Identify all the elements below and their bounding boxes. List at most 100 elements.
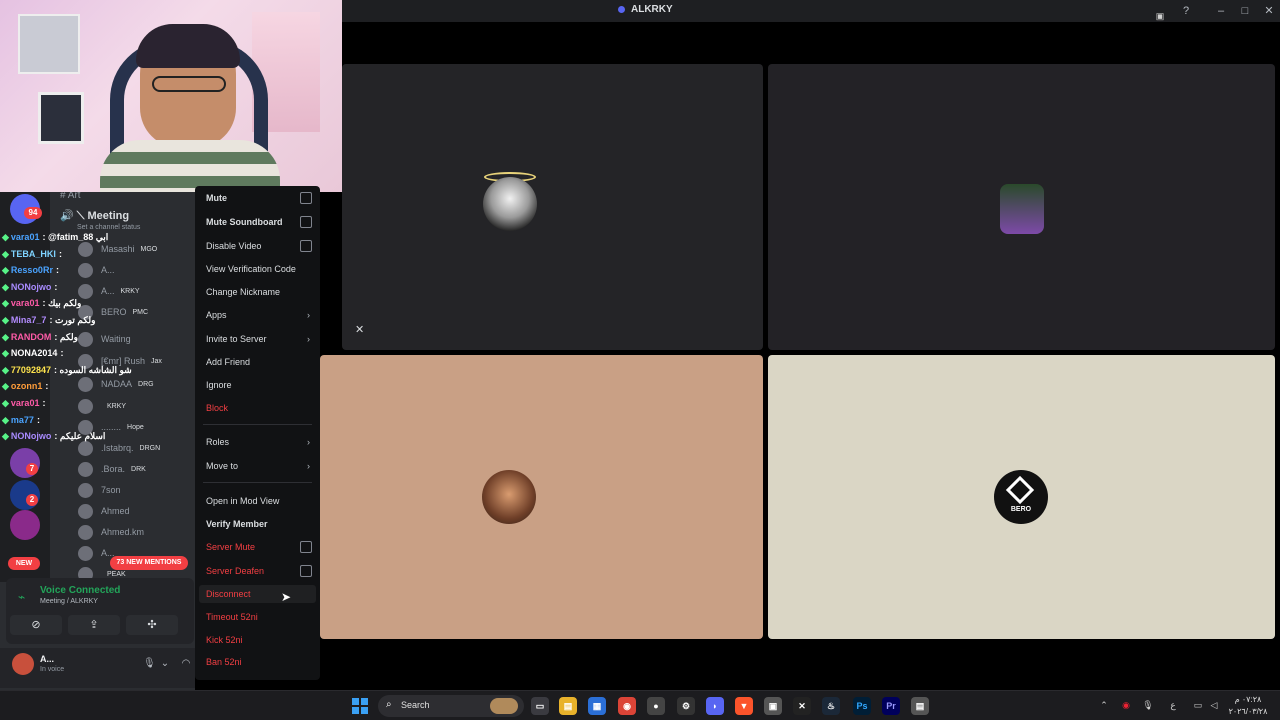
signal-icon[interactable]: ⌁ — [18, 590, 30, 604]
store-icon[interactable]: ▦ — [588, 697, 606, 715]
chat-text: : اسلام عليكم — [54, 431, 106, 442]
wall-frame — [18, 14, 80, 74]
app-icon[interactable]: ▤ — [911, 697, 929, 715]
video-tile[interactable] — [320, 355, 763, 639]
maximize-icon[interactable]: □ — [1238, 4, 1252, 18]
user-name[interactable]: A... — [40, 654, 54, 664]
channel-art[interactable]: # Art — [60, 192, 81, 201]
menu-item-mute-soundboard[interactable]: Mute Soundboard — [206, 213, 312, 231]
menu-item-disable-video[interactable]: Disable Video — [206, 237, 312, 255]
new-unread-pill[interactable]: NEW — [8, 557, 40, 570]
menu-item-block[interactable]: Block — [206, 399, 312, 417]
channel-name-label: Meeting — [87, 210, 130, 222]
photoshop-icon[interactable]: Ps — [853, 697, 871, 715]
menu-item-kick[interactable]: Kick 52ni — [206, 631, 312, 649]
menu-item-move-to[interactable]: Move to › — [206, 457, 312, 475]
menu-item-roles[interactable]: Roles › — [206, 433, 312, 451]
search-highlight-image — [490, 698, 518, 714]
menu-item-open-in-mod-view[interactable]: Open in Mod View — [206, 492, 312, 510]
language-indicator[interactable]: ع — [1167, 700, 1179, 712]
menu-item-timeout[interactable]: Timeout 52ni — [206, 608, 312, 626]
checkbox[interactable] — [300, 541, 312, 553]
chat-username: ma77 — [10, 414, 34, 425]
chat-message: ◆ Resso0Rr: — [2, 265, 59, 279]
badge-icon: ◆ — [2, 265, 9, 276]
voice-member[interactable]: Ahmed.km — [78, 523, 150, 541]
close-icon[interactable]: ✕ — [1262, 4, 1276, 18]
window-title-text: ALKRKY — [631, 4, 673, 15]
chevron-down-icon[interactable]: ⌄ — [159, 658, 171, 670]
voice-member[interactable]: Ahmed — [78, 502, 136, 520]
file-explorer-icon[interactable]: ▤ — [559, 697, 577, 715]
avatar — [78, 545, 93, 561]
checkbox[interactable] — [300, 192, 312, 204]
server-icon[interactable] — [10, 510, 40, 540]
app-icon[interactable]: ▣ — [764, 697, 782, 715]
menu-separator — [203, 424, 312, 425]
menu-item-view-verification-code[interactable]: View Verification Code — [206, 260, 312, 278]
user-status: In voice — [40, 666, 65, 673]
video-tile[interactable]: ✕ — [342, 64, 763, 350]
microphone-icon[interactable]: 🎙 — [1142, 700, 1154, 712]
voice-status-title[interactable]: Voice Connected — [40, 585, 120, 596]
menu-item-label: Move to — [206, 461, 239, 471]
capcut-icon[interactable]: ✕ — [793, 697, 811, 715]
clock-date: ٢٠٢٦/٠٣/٢٨ — [1228, 707, 1268, 716]
menu-item-ban[interactable]: Ban 52ni — [206, 653, 312, 671]
brave-icon[interactable]: ▼ — [735, 697, 753, 715]
microphone-icon[interactable]: 🎙 — [143, 658, 156, 670]
premiere-icon[interactable]: Pr — [882, 697, 900, 715]
voice-member[interactable]: .Bora. DRK — [78, 460, 146, 478]
headphones-icon[interactable]: ◠ — [180, 658, 192, 670]
chat-text: : @fatim_88 ابي — [42, 232, 109, 242]
channel-status[interactable]: Set a channel status — [77, 224, 140, 231]
help-icon[interactable]: ? — [1179, 4, 1193, 18]
checkbox[interactable] — [300, 240, 312, 252]
badge-icon: ◆ — [2, 281, 9, 292]
checkbox[interactable] — [300, 216, 312, 228]
video-tile[interactable]: BERO — [768, 355, 1275, 639]
discord-icon — [618, 5, 625, 13]
task-view-icon[interactable]: ▭ — [531, 697, 549, 715]
avatar — [78, 461, 93, 477]
taskbar-search[interactable]: ⌕ Search — [378, 695, 524, 717]
activities-button[interactable]: ✣ — [126, 615, 178, 635]
menu-item-add-friend[interactable]: Add Friend — [206, 353, 312, 371]
taskbar: ⌕ Search ▭ ▤ ▦ ◉ ● ⚙ ◗ ▼ ▣ ✕ ♨ Ps Pr ▤ ⌃… — [0, 690, 1280, 720]
tray-app-icon[interactable]: ◉ — [1120, 700, 1132, 712]
menu-item-ignore[interactable]: Ignore — [206, 376, 312, 394]
voice-status-subtitle[interactable]: Meeting / ALKRKY — [40, 598, 98, 605]
new-mentions-pill[interactable]: 73 NEW MENTIONS — [110, 556, 188, 570]
voice-member[interactable]: 7son — [78, 481, 127, 499]
menu-item-server-deafen[interactable]: Server Deafen — [206, 562, 312, 580]
chat-message: ◆ NONojwo: اسلام عليكم — [2, 431, 105, 445]
camera-off-button[interactable]: ⊘ — [10, 615, 62, 635]
discord-taskbar-icon[interactable]: ◗ — [706, 697, 724, 715]
minimize-icon[interactable]: – — [1214, 4, 1228, 18]
steam-icon[interactable]: ⚙ — [677, 697, 695, 715]
obs-icon[interactable]: ● — [647, 697, 665, 715]
network-icon[interactable]: ▭ — [1192, 700, 1204, 712]
chat-username: Resso0Rr — [10, 265, 53, 276]
menu-item-verify-member[interactable]: Verify Member — [206, 515, 312, 533]
menu-item-mute[interactable]: Mute — [206, 189, 312, 207]
menu-item-invite-to-server[interactable]: Invite to Server › — [206, 330, 312, 348]
start-button[interactable] — [352, 698, 368, 714]
menu-item-apps[interactable]: Apps › — [206, 306, 312, 324]
video-tile[interactable] — [768, 64, 1275, 350]
chevron-up-icon[interactable]: ⌃ — [1098, 700, 1110, 712]
chevron-right-icon: › — [307, 461, 310, 471]
screen-share-button[interactable]: ⇪ — [68, 615, 120, 635]
clock[interactable]: ٠٧:٢٨ م ٢٠٢٦/٠٣/٢٨ — [1228, 694, 1268, 718]
chrome-icon[interactable]: ◉ — [618, 697, 636, 715]
menu-item-change-nickname[interactable]: Change Nickname — [206, 283, 312, 301]
inbox-icon[interactable]: ▣ — [1154, 9, 1166, 21]
steam-app-icon[interactable]: ♨ — [822, 697, 840, 715]
badge-icon: ◆ — [2, 364, 9, 375]
voice-channel-meeting[interactable]: 🔊 ⟍ Meeting — [60, 209, 129, 223]
menu-item-server-mute[interactable]: Server Mute — [206, 538, 312, 556]
menu-item-disconnect[interactable]: Disconnect — [199, 585, 316, 603]
checkbox[interactable] — [300, 565, 312, 577]
volume-icon[interactable]: ◁ — [1208, 700, 1220, 712]
avatar[interactable] — [12, 653, 34, 675]
